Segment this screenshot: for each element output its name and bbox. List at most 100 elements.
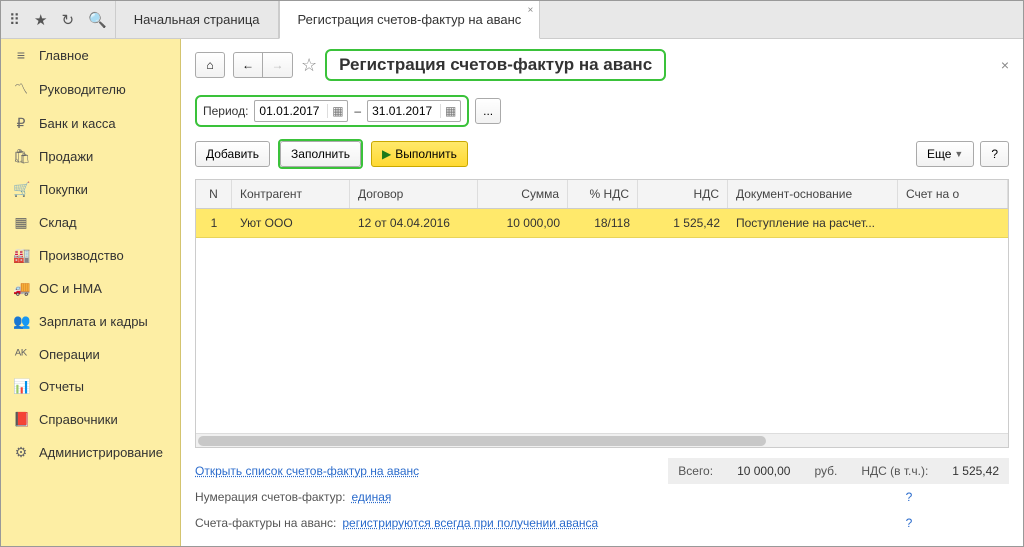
col-vatp[interactable]: % НДС (568, 180, 638, 208)
numbering-label: Нумерация счетов-фактур: (195, 490, 345, 504)
gear-icon: ⚙ (13, 444, 29, 461)
sidebar-item-operations[interactable]: ᴬᴷ Операции (1, 338, 180, 370)
sidebar: ≡Главное 〽 Руководителю ₽ Банк и касса 🛍Пр… (1, 39, 181, 546)
total-label: Всего: (678, 464, 713, 478)
truck-icon: 🚚 (13, 280, 29, 297)
page-title-highlight: Регистрация счетов-фактур на аванс (325, 49, 666, 81)
cell-contract: 12 от 04.04.2016 (350, 209, 478, 237)
cell-acct (898, 209, 1008, 237)
col-basis[interactable]: Документ-основание (728, 180, 898, 208)
ops-icon: ᴬᴷ (13, 346, 29, 362)
execute-label: Выполнить (395, 147, 457, 161)
col-contract[interactable]: Договор (350, 180, 478, 208)
sidebar-item-main[interactable]: ≡Главное (1, 39, 180, 71)
help-link[interactable]: ? (809, 516, 1009, 530)
advance-link[interactable]: регистрируются всегда при получении аван… (342, 516, 598, 530)
scrollbar-thumb[interactable] (198, 436, 766, 446)
sidebar-item-reports[interactable]: 📊 Отчеты (1, 370, 180, 403)
apps-icon[interactable]: ⠿ (9, 11, 20, 29)
cart-icon: 🛒 (13, 181, 29, 198)
star-icon[interactable]: ★ (34, 11, 47, 29)
play-icon: ▶ (382, 147, 391, 161)
sidebar-item-label: Отчеты (39, 379, 84, 394)
chart-icon: 〽 (13, 79, 29, 99)
fill-button[interactable]: Заполнить (280, 141, 361, 167)
sidebar-item-label: Покупки (39, 182, 88, 197)
col-n[interactable]: N (196, 180, 232, 208)
col-sum[interactable]: Сумма (478, 180, 568, 208)
sidebar-item-admin[interactable]: ⚙ Администрирование (1, 436, 180, 469)
total-value: 10 000,00 (737, 464, 790, 478)
sidebar-item-label: Администрирование (39, 445, 163, 460)
advance-label: Счета-фактуры на аванс: (195, 516, 336, 530)
search-icon[interactable]: 🔍 (88, 11, 107, 29)
cell-basis: Поступление на расчет... (728, 209, 898, 237)
sidebar-item-label: Справочники (39, 412, 118, 427)
tab-label: Начальная страница (134, 12, 260, 27)
sidebar-item-label: Зарплата и кадры (39, 314, 148, 329)
book-icon: 📕 (13, 411, 29, 428)
cell-vatp: 18/118 (568, 209, 638, 237)
sidebar-item-label: Руководителю (39, 82, 126, 97)
sidebar-item-production[interactable]: 🏭Производство (1, 239, 180, 272)
boxes-icon: ▦ (13, 214, 29, 231)
sidebar-item-salary[interactable]: 👥 Зарплата и кадры (1, 305, 180, 338)
sidebar-item-label: Склад (39, 215, 77, 230)
calendar-icon[interactable]: ▦ (440, 104, 460, 118)
sidebar-item-sales[interactable]: 🛍Продажи (1, 140, 180, 173)
numbering-link[interactable]: единая (351, 490, 391, 504)
top-toolbar: ⠿ ★ ↻ 🔍 Начальная страница Регистрация с… (1, 1, 1023, 39)
period-select-button[interactable]: ... (475, 98, 501, 124)
sidebar-item-warehouse[interactable]: ▦ Склад (1, 206, 180, 239)
cell-sum: 10 000,00 (478, 209, 568, 237)
execute-button[interactable]: ▶ Выполнить (371, 141, 468, 167)
period-label: Период: (203, 104, 248, 118)
date-to-field[interactable] (368, 104, 440, 118)
sidebar-item-label: ОС и НМА (39, 281, 102, 296)
col-vat[interactable]: НДС (638, 180, 728, 208)
sidebar-item-refs[interactable]: 📕 Справочники (1, 403, 180, 436)
tab-home[interactable]: Начальная страница (115, 1, 279, 38)
tab-label: Регистрация счетов-фактур на аванс (298, 12, 522, 27)
add-button[interactable]: Добавить (195, 141, 270, 167)
open-list-link[interactable]: Открыть список счетов-фактур на аванс (195, 464, 419, 478)
page-title: Регистрация счетов-фактур на аванс (339, 55, 652, 75)
history-icon[interactable]: ↻ (61, 11, 74, 29)
table-row[interactable]: 1 Уют ООО 12 от 04.04.2016 10 000,00 18/… (196, 209, 1008, 238)
back-button[interactable]: ← (233, 52, 263, 78)
forward-button[interactable]: → (263, 52, 293, 78)
horizontal-scrollbar[interactable] (196, 433, 1008, 447)
favorite-icon[interactable]: ☆ (301, 55, 317, 76)
sidebar-item-label: Банк и касса (39, 116, 116, 131)
sidebar-item-purchases[interactable]: 🛒 Покупки (1, 173, 180, 206)
col-acct[interactable]: Счет на о (898, 180, 1008, 208)
col-agent[interactable]: Контрагент (232, 180, 350, 208)
chevron-down-icon: ▼ (954, 149, 963, 159)
tab-register-advance[interactable]: Регистрация счетов-фактур на аванс × (279, 1, 541, 39)
sidebar-item-manager[interactable]: 〽 Руководителю (1, 71, 180, 107)
date-from-input[interactable]: ▦ (254, 100, 348, 122)
sidebar-item-label: Операции (39, 347, 100, 362)
period-dash: – (354, 104, 361, 118)
cell-n: 1 (196, 209, 232, 237)
close-page-icon[interactable]: × (1001, 57, 1009, 73)
data-table: N Контрагент Договор Сумма % НДС НДС Док… (195, 179, 1009, 448)
menu-icon: ≡ (13, 47, 29, 63)
date-from-field[interactable] (255, 104, 327, 118)
date-to-input[interactable]: ▦ (367, 100, 461, 122)
help-button[interactable]: ? (980, 141, 1009, 167)
people-icon: 👥 (13, 313, 29, 330)
sidebar-item-bank[interactable]: ₽ Банк и касса (1, 107, 180, 140)
bag-icon: 🛍 (13, 148, 29, 165)
sidebar-item-assets[interactable]: 🚚 ОС и НМА (1, 272, 180, 305)
cell-vat: 1 525,42 (638, 209, 728, 237)
ruble-icon: ₽ (13, 115, 29, 132)
barchart-icon: 📊 (13, 378, 29, 395)
table-header: N Контрагент Договор Сумма % НДС НДС Док… (196, 180, 1008, 209)
home-button[interactable]: ⌂ (195, 52, 225, 78)
calendar-icon[interactable]: ▦ (327, 104, 347, 118)
factory-icon: 🏭 (13, 247, 29, 264)
close-icon[interactable]: × (527, 5, 533, 16)
help-link[interactable]: ? (809, 490, 1009, 504)
more-button[interactable]: Еще▼ (916, 141, 974, 167)
